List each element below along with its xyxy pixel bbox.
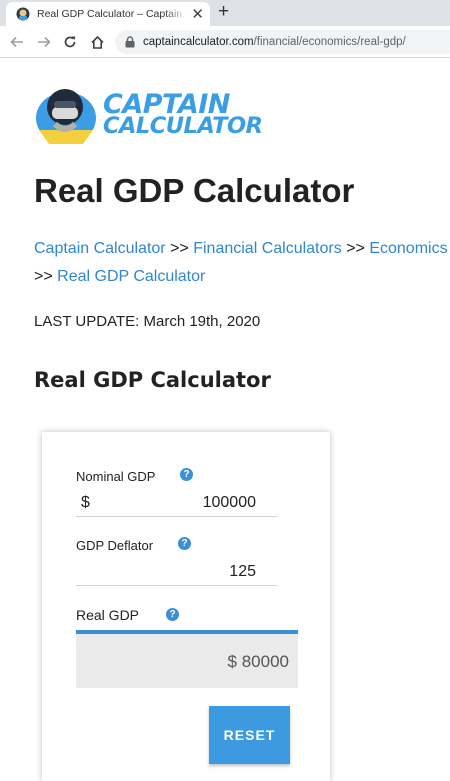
browser-tab[interactable]: Real GDP Calculator – Captain Calculator…: [6, 2, 210, 26]
gdp-deflator-value: 125: [229, 563, 256, 580]
breadcrumb-separator: >>: [346, 240, 365, 257]
reset-button[interactable]: RESET: [209, 706, 290, 764]
nominal-gdp-input[interactable]: $ 100000: [76, 491, 277, 517]
address-bar[interactable]: captaincalculator.com/financial/economic…: [115, 30, 450, 54]
breadcrumb-link-real-gdp-calculator[interactable]: Real GDP Calculator: [57, 268, 205, 285]
logo-wordmark: CAPTAIN CALCULATOR: [103, 91, 263, 139]
last-update: Last Update: March 19th, 2020: [34, 313, 260, 330]
real-gdp-label: Real GDP: [76, 607, 140, 623]
page-title: Real GDP Calculator: [34, 172, 355, 209]
currency-prefix: $: [81, 494, 90, 511]
gdp-deflator-label: GDP Deflator: [76, 538, 154, 553]
last-update-date: March 19th, 2020: [143, 313, 261, 330]
breadcrumb-link-captain-calculator[interactable]: Captain Calculator: [34, 240, 166, 257]
nominal-gdp-label: Nominal GDP: [76, 469, 156, 484]
back-arrow-icon[interactable]: [8, 33, 26, 51]
captain-favicon-icon: [16, 7, 30, 21]
breadcrumb-link-financial-calculators[interactable]: Financial Calculators: [193, 240, 342, 257]
new-tab-icon[interactable]: +: [218, 2, 229, 22]
logo-line-2: CALCULATOR: [103, 112, 263, 139]
nominal-gdp-help-icon[interactable]: ?: [180, 468, 193, 481]
breadcrumb-separator: >>: [170, 240, 189, 257]
nominal-gdp-value: 100000: [202, 494, 256, 511]
browser-tab-strip: Real GDP Calculator – Captain Calculator…: [0, 0, 450, 26]
real-gdp-help-icon[interactable]: ?: [166, 608, 179, 621]
browser-toolbar: captaincalculator.com/financial/economic…: [0, 26, 450, 58]
tab-title: Real GDP Calculator – Captain Calculator: [37, 8, 187, 20]
reload-icon[interactable]: [61, 33, 79, 51]
breadcrumb-separator: >>: [34, 268, 53, 285]
captain-mascot-icon: [36, 89, 96, 144]
forward-arrow-icon[interactable]: [35, 33, 53, 51]
url-path: /financial/economics/real-gdp/: [253, 36, 406, 48]
calculator-card: Nominal GDP ? $ 100000 GDP Deflator ? 12…: [42, 432, 330, 781]
gdp-deflator-input[interactable]: 125: [76, 560, 277, 586]
real-gdp-output: $ 80000: [76, 634, 298, 688]
breadcrumb: Captain Calculator >> Financial Calculat…: [34, 235, 450, 291]
home-icon[interactable]: [88, 33, 106, 51]
url-text: captaincalculator.com/financial/economic…: [143, 36, 406, 48]
breadcrumb-link-economics-calculators[interactable]: Economics Calculators: [369, 240, 450, 257]
lock-icon: [125, 36, 135, 48]
section-title: Real GDP Calculator: [34, 368, 271, 392]
site-logo[interactable]: CAPTAIN CALCULATOR: [33, 80, 263, 146]
real-gdp-value: $ 80000: [227, 652, 289, 671]
gdp-deflator-help-icon[interactable]: ?: [178, 537, 191, 550]
close-tab-icon[interactable]: ✕: [191, 7, 204, 22]
last-update-label: Last Update:: [34, 313, 140, 330]
url-host: captaincalculator.com: [143, 36, 254, 48]
